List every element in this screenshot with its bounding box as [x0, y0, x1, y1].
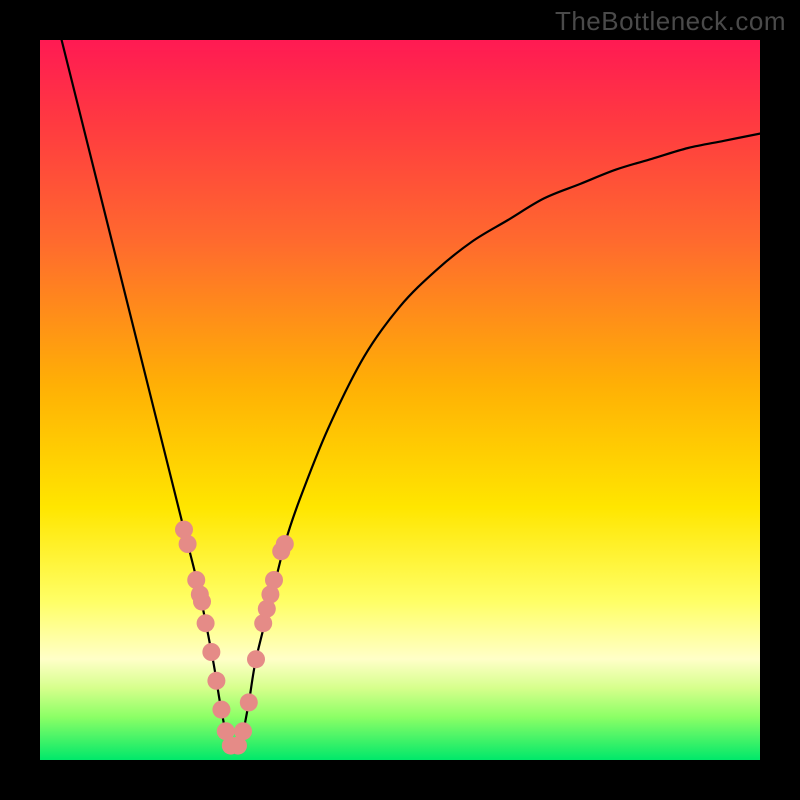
marker-dot [265, 571, 283, 589]
marker-dot [276, 535, 294, 553]
plot-area [40, 40, 760, 760]
marker-dot [234, 722, 252, 740]
marker-dot [207, 672, 225, 690]
marker-dot [193, 593, 211, 611]
curve-svg [40, 40, 760, 760]
marker-dot [212, 701, 230, 719]
marker-dot [202, 643, 220, 661]
marker-dot [179, 535, 197, 553]
watermark-text: TheBottleneck.com [555, 6, 786, 37]
marker-dot [247, 650, 265, 668]
marker-dot [197, 614, 215, 632]
bottleneck-curve [62, 40, 760, 753]
highlight-dots [175, 521, 294, 755]
marker-dot [240, 693, 258, 711]
chart-frame: TheBottleneck.com [0, 0, 800, 800]
